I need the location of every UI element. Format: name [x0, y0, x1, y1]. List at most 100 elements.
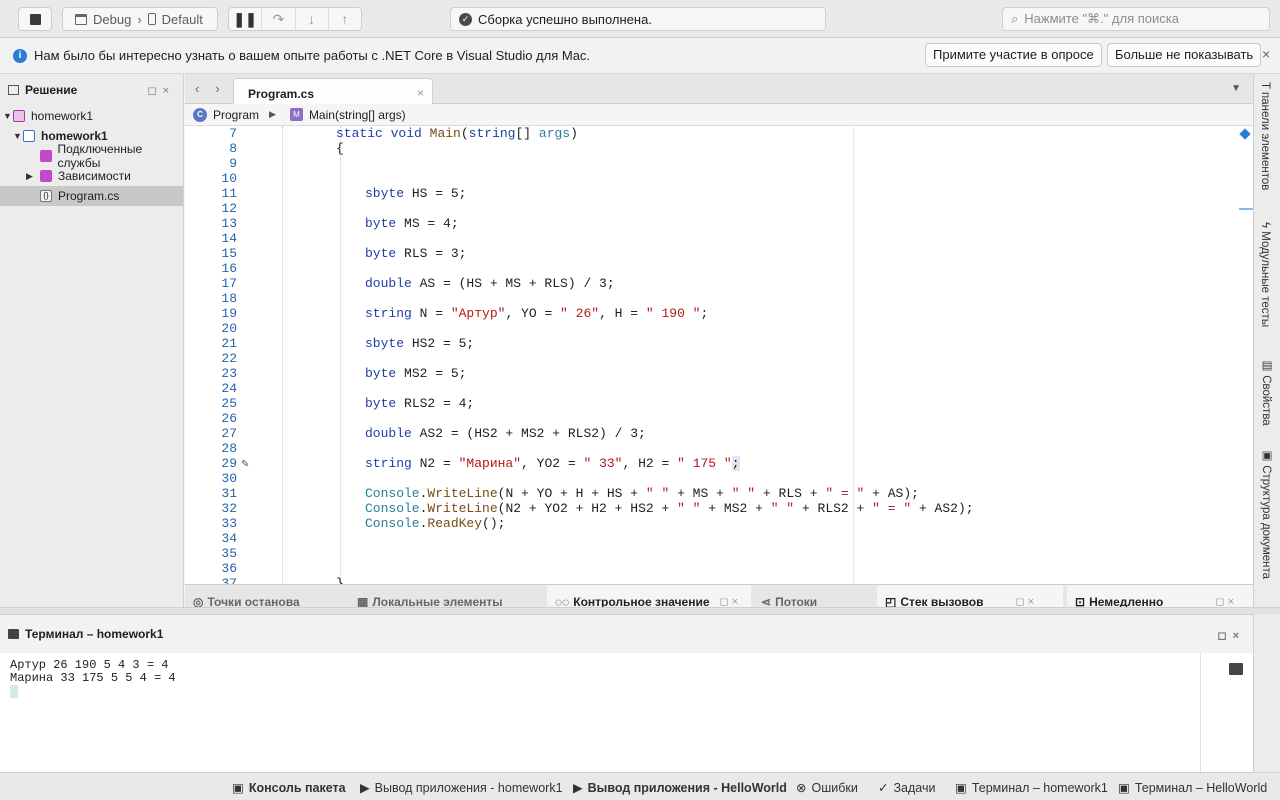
tab-immediate[interactable]: ⊡ Немедленно ◻ × [1067, 585, 1253, 609]
tab-program-cs[interactable]: Program.cs × [233, 78, 433, 105]
chevron-right-icon: › [137, 11, 142, 27]
survey-button[interactable]: Примите участие в опросе [925, 43, 1102, 67]
tasks-pad[interactable]: ✓ Задачи [878, 780, 935, 796]
project-icon [23, 130, 35, 142]
line-number: 13 [221, 216, 237, 231]
nav-arrows[interactable]: ‹› [195, 81, 236, 96]
line-number: 32 [221, 501, 237, 516]
toolbox-tab[interactable]: T панели элементов [1259, 82, 1271, 190]
line-number: 21 [221, 336, 237, 351]
check-icon: ✓ [459, 12, 472, 26]
debug-controls: ❚❚ ↷ ↓ ↑ [228, 7, 362, 31]
solution-title: Решение [25, 83, 78, 97]
expanded-arrow-icon[interactable]: ▼ [13, 131, 23, 141]
outline-icon: ▣ [1260, 448, 1272, 466]
line-number: 11 [221, 186, 237, 201]
cursor-icon: ✎ [241, 459, 250, 470]
tree-item-label: Program.cs [58, 189, 120, 203]
scroll-position-marker [1239, 208, 1253, 210]
crumb-class[interactable]: Program [213, 108, 259, 122]
toolbox-icon: T [1259, 82, 1271, 93]
line-number: 26 [221, 411, 237, 426]
terminal-icon: ▣ [1118, 781, 1130, 795]
line-number: 17 [221, 276, 237, 291]
play-icon: ▶ [360, 781, 370, 795]
tab-breakpoints[interactable]: ◎ Точки останова [193, 585, 300, 609]
tab-menu-icon[interactable]: ▼ [1231, 83, 1241, 94]
line-number: 36 [221, 561, 237, 576]
right-side-rail-lower [1253, 614, 1280, 772]
stop-button[interactable] [18, 7, 52, 31]
device-icon [147, 13, 156, 25]
class-icon: C [193, 107, 207, 122]
line-number: 34 [221, 531, 237, 546]
configuration-selector[interactable]: Debug › Default [62, 7, 218, 31]
search-placeholder: Нажмите "⌘." для поиска [1024, 11, 1179, 26]
status-text: Сборка успешно выполнена. [478, 11, 652, 27]
tree-item-program-cs[interactable]: {} Program.cs [0, 186, 183, 206]
crumb-method[interactable]: Main(string[] args) [309, 108, 406, 122]
tab-call-stack[interactable]: ◰ Стек вызовов ◻ × [877, 585, 1063, 609]
info-icon: i [13, 48, 27, 63]
new-terminal-icon[interactable] [1229, 663, 1243, 675]
tab-locals[interactable]: ▦ Локальные элементы [357, 585, 503, 609]
step-out-button[interactable]: ↑ [329, 8, 361, 30]
line-number: 30 [221, 471, 237, 486]
app-output-helloworld-pad[interactable]: ▶ Вывод приложения - HelloWorld [573, 780, 787, 796]
errors-pad[interactable]: ⊗ Ошибки [796, 780, 858, 796]
terminal-sidebar [1200, 653, 1253, 773]
line-number: 8 [229, 141, 237, 156]
line-number: 16 [221, 261, 237, 276]
unit-tests-tab[interactable]: ϟ Модульные тесты [1259, 222, 1271, 327]
expanded-arrow-icon[interactable]: ▼ [3, 111, 13, 121]
terminal-header: Терминал – homework1 ◻× [0, 615, 1253, 653]
bookmark-marker-icon [1239, 128, 1251, 140]
step-into-button[interactable]: ↓ [296, 8, 329, 30]
line-number: 37 [221, 576, 237, 584]
tree-item-solution[interactable]: ▼ homework1 [0, 106, 183, 126]
code-editor[interactable]: static void Main(string[] args) { sbyte … [185, 126, 1253, 584]
tree-item-dependencies[interactable]: ▶ Зависимости [0, 166, 183, 186]
terminal-homework1-pad[interactable]: ▣ Терминал – homework1 [955, 780, 1108, 796]
status-bar: ▣ Консоль пакета ▶ Вывод приложения - home… [0, 772, 1280, 800]
lightning-icon: ϟ [1259, 222, 1271, 232]
info-text: Нам было бы интересно узнать о вашем опы… [34, 48, 591, 63]
search-input[interactable]: ⌕ Нажмите "⌘." для поиска [1002, 7, 1270, 31]
main-toolbar: Debug › Default ❚❚ ↷ ↓ ↑ ✓ Сборка успешн… [0, 0, 1280, 38]
solution-icon [8, 85, 19, 95]
console-icon: ▣ [232, 781, 244, 795]
package-console-pad[interactable]: ▣ Консоль пакета [232, 780, 346, 796]
window-icon [75, 13, 87, 25]
pause-button[interactable]: ❚❚ [229, 8, 263, 30]
terminal-pane: Терминал – homework1 ◻× Артур 26 190 5 4… [0, 614, 1253, 773]
right-side-rail: T панели элементов ϟ Модульные тесты ▤ С… [1253, 74, 1280, 607]
pane-controls[interactable]: ◻× [1217, 629, 1245, 642]
tree-item-connected-services[interactable]: Подключенные службы [0, 142, 183, 170]
dont-show-button[interactable]: Больше не показывать [1107, 43, 1262, 67]
line-number: 7 [229, 126, 237, 141]
tab-watch[interactable]: ◌◌ Контрольное значение ◻ × [547, 585, 751, 609]
terminal-output[interactable]: Артур 26 190 5 4 3 = 4 Марина 33 175 5 5 … [10, 659, 176, 685]
solution-file-icon [13, 110, 25, 122]
close-icon[interactable]: × [417, 86, 424, 100]
close-icon[interactable]: × [1262, 46, 1270, 62]
properties-tab[interactable]: ▤ Свойства [1259, 358, 1273, 426]
tab-threads[interactable]: ⋖ Потоки [761, 585, 817, 609]
terminal-helloworld-pad[interactable]: ▣ Терминал – HelloWorld [1118, 780, 1267, 796]
tree-item-label: Зависимости [58, 169, 131, 183]
step-over-button[interactable]: ↷ [262, 8, 296, 30]
document-outline-tab[interactable]: ▣ Структура документа [1259, 448, 1273, 579]
pane-controls[interactable]: ◻× [147, 84, 175, 97]
tab-label: Program.cs [248, 87, 315, 101]
dependencies-icon [40, 170, 52, 182]
line-number: 14 [221, 231, 237, 246]
method-icon: M [289, 108, 303, 121]
tree-item-label: homework1 [31, 109, 94, 123]
app-output-homework1-pad[interactable]: ▶ Вывод приложения - homework1 [360, 780, 563, 796]
collapsed-arrow-icon[interactable]: ▶ [26, 171, 36, 182]
check-icon: ✓ [878, 781, 889, 795]
line-number: 27 [221, 426, 237, 441]
splitter[interactable] [0, 607, 1280, 614]
solution-header: Решение ◻× [0, 74, 183, 106]
line-number: 18 [221, 291, 237, 306]
